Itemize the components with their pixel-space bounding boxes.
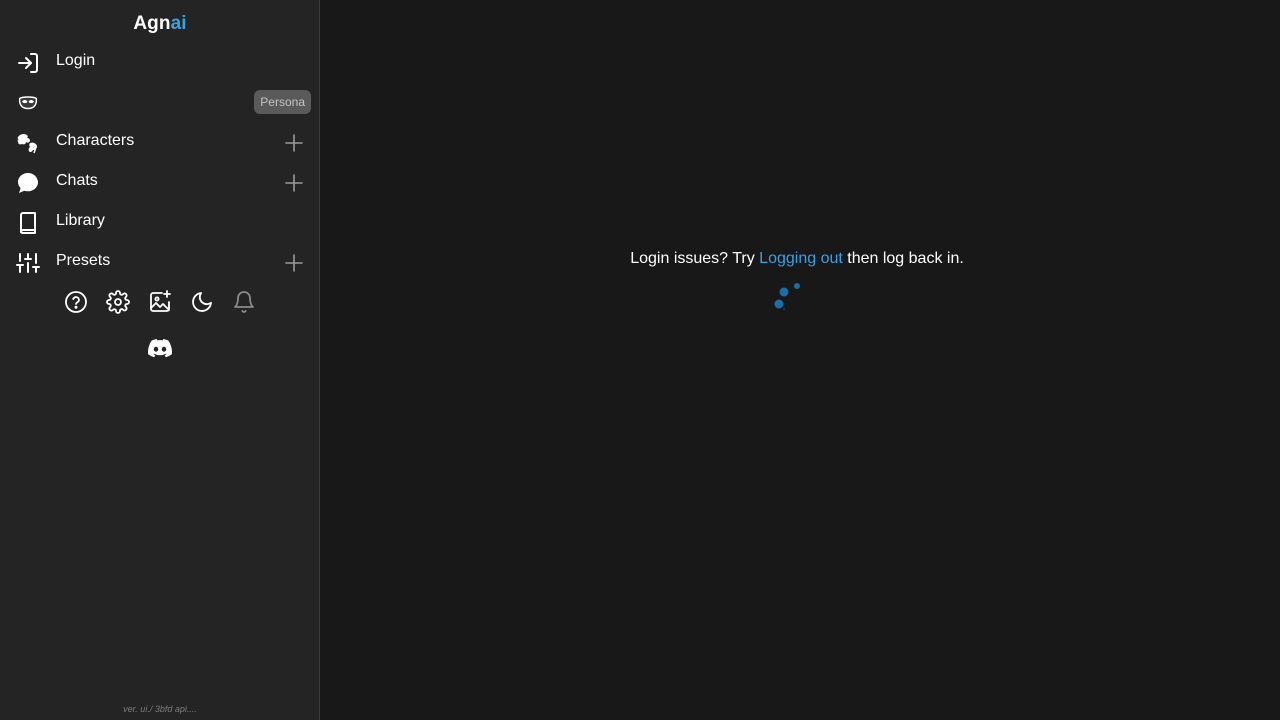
sliders-icon	[16, 251, 40, 275]
sidebar-item-characters[interactable]: Characters	[0, 122, 320, 162]
sidebar-item-login[interactable]: Login	[0, 42, 320, 82]
chat-bubble-icon	[16, 171, 40, 195]
add-preset-button[interactable]	[284, 253, 304, 273]
discord-icon[interactable]	[148, 337, 173, 359]
settings-gear-icon[interactable]	[106, 290, 130, 314]
logout-link[interactable]: Logging out	[759, 250, 843, 267]
sidebar-item-library[interactable]: Library	[0, 202, 320, 242]
sidebar-item-presets[interactable]: Presets	[0, 242, 320, 282]
version-label: ver. ui./ 3bfd api....	[123, 704, 197, 714]
app-logo[interactable]: Agnai	[0, 13, 320, 35]
sidebar-item-label: Presets	[56, 252, 111, 269]
book-icon	[16, 211, 40, 235]
sidebar-item-label: Chats	[56, 172, 98, 189]
loading-spinner-icon	[771, 280, 803, 312]
sidebar-toolbar	[64, 290, 256, 314]
help-icon[interactable]	[64, 290, 88, 314]
notification-bell-icon[interactable]	[232, 290, 256, 314]
sidebar-item-chats[interactable]: Chats	[0, 162, 320, 202]
dark-mode-moon-icon[interactable]	[190, 290, 214, 314]
add-character-button[interactable]	[284, 133, 304, 153]
login-icon	[16, 51, 40, 75]
login-issues-message: Login issues? Try Logging out then log b…	[630, 250, 964, 267]
sidebar-item-label: Characters	[56, 132, 135, 149]
image-add-icon[interactable]	[148, 290, 172, 314]
sidebar: Agnai Login Persona Characters Chats Lib…	[0, 0, 320, 720]
sidebar-item-label: Login	[56, 52, 96, 69]
main-content: Login issues? Try Logging out then log b…	[321, 0, 1280, 720]
persona-mask-icon	[16, 91, 40, 115]
sidebar-item-label: Library	[56, 212, 105, 229]
persona-badge[interactable]: Persona	[254, 90, 311, 114]
characters-icon	[16, 131, 40, 155]
add-chat-button[interactable]	[284, 173, 304, 193]
